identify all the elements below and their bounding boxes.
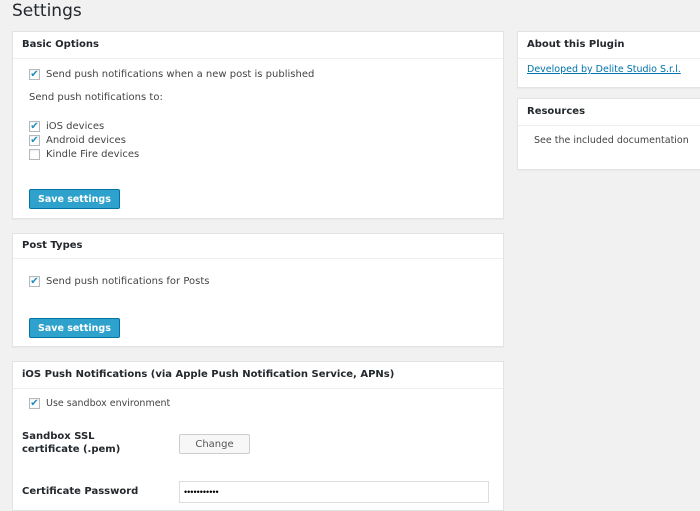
save-settings-button[interactable]: Save settings bbox=[29, 189, 120, 209]
panel-title: Basic Options bbox=[13, 32, 503, 59]
checkbox-unchecked[interactable] bbox=[29, 149, 40, 160]
checkbox-checked-icon[interactable]: ✔ bbox=[29, 69, 40, 80]
checkbox-label: iOS devices bbox=[46, 121, 105, 132]
panel-title: Resources bbox=[518, 99, 700, 126]
panel-title: iOS Push Notifications (via Apple Push N… bbox=[13, 362, 503, 389]
sandbox-cert-label: Sandbox SSL certificate (.pem) bbox=[22, 431, 121, 455]
kindle-devices-checkbox[interactable]: Kindle Fire devices bbox=[29, 149, 139, 160]
checkbox-label: Use sandbox environment bbox=[46, 398, 171, 409]
resources-panel: Resources See the included documentation bbox=[517, 98, 700, 170]
sandbox-checkbox[interactable]: ✔ Use sandbox environment bbox=[29, 398, 170, 409]
checkbox-label: Kindle Fire devices bbox=[46, 149, 140, 160]
basic-options-panel: Basic Options ✔ Send push notifications w… bbox=[12, 31, 504, 219]
panel-title: About this Plugin bbox=[518, 32, 700, 59]
checkbox-label: Send push notifications when a new post … bbox=[46, 69, 315, 80]
certificate-password-label: Certificate Password bbox=[22, 486, 139, 497]
android-devices-checkbox[interactable]: ✔ Android devices bbox=[29, 135, 126, 146]
checkbox-checked-icon[interactable]: ✔ bbox=[29, 398, 40, 409]
checkbox-checked-icon[interactable]: ✔ bbox=[29, 135, 40, 146]
checkbox-checked-icon[interactable]: ✔ bbox=[29, 121, 40, 132]
about-plugin-panel: About this Plugin Developed by Delite St… bbox=[517, 31, 700, 88]
posts-checkbox[interactable]: ✔ Send push notifications for Posts bbox=[29, 276, 209, 287]
change-certificate-button[interactable]: Change bbox=[179, 434, 250, 454]
checkbox-label: Send push notifications for Posts bbox=[46, 276, 210, 287]
developer-link[interactable]: Developed by Delite Studio S.r.l. bbox=[527, 64, 681, 75]
page-title: Settings bbox=[12, 1, 82, 21]
checkbox-checked-icon[interactable]: ✔ bbox=[29, 276, 40, 287]
panel-title: Post Types bbox=[13, 234, 503, 259]
publish-checkbox[interactable]: ✔ Send push notifications when a new post… bbox=[29, 69, 314, 80]
ios-devices-checkbox[interactable]: ✔ iOS devices bbox=[29, 121, 104, 132]
send-to-label: Send push notifications to: bbox=[29, 92, 163, 103]
post-types-panel: Post Types ✔ Send push notifications for … bbox=[12, 233, 504, 347]
ios-push-panel: iOS Push Notifications (via Apple Push N… bbox=[12, 361, 504, 511]
save-settings-button[interactable]: Save settings bbox=[29, 318, 120, 338]
documentation-text: See the included documentation bbox=[534, 135, 689, 146]
checkbox-label: Android devices bbox=[46, 135, 126, 146]
